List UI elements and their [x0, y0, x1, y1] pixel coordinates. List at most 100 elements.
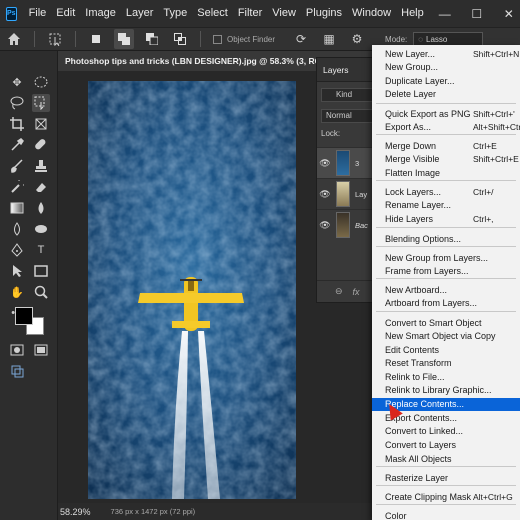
- menu-item-mask-all-objects[interactable]: Mask All Objects: [372, 453, 520, 466]
- menu-item-artboard-from-layers[interactable]: Artboard from Layers...: [372, 297, 520, 310]
- minimize-button[interactable]: —: [429, 0, 461, 27]
- home-icon[interactable]: [4, 29, 24, 49]
- gear-icon[interactable]: ⚙: [347, 29, 367, 49]
- close-button[interactable]: ✕: [493, 0, 520, 27]
- menu-item-new-layer[interactable]: New Layer... Shift+Ctrl+N: [372, 48, 520, 61]
- frame-tool-icon[interactable]: [32, 115, 50, 133]
- menu-item-merge-visible[interactable]: Merge Visible Shift+Ctrl+E: [372, 153, 520, 166]
- menu-item-frame-from-layers[interactable]: Frame from Layers...: [372, 265, 520, 278]
- new-selection-icon[interactable]: [86, 29, 106, 49]
- menu-filter[interactable]: Filter: [233, 0, 267, 27]
- spot-healing-brush-icon[interactable]: [32, 136, 50, 154]
- menu-item-label: New Group from Layers...: [385, 253, 489, 263]
- intersect-selection-icon[interactable]: [170, 29, 190, 49]
- eye-icon[interactable]: 👁: [317, 158, 333, 169]
- document-size-info[interactable]: 736 px x 1472 px (72 ppi): [111, 507, 196, 516]
- eyedropper-tool-icon[interactable]: [8, 136, 26, 154]
- screen-mode-icon[interactable]: [32, 341, 50, 359]
- menu-item-relink-to-library-graphic[interactable]: Relink to Library Graphic...: [372, 384, 520, 397]
- object-finder-checkbox[interactable]: [213, 34, 222, 44]
- subtract-from-selection-icon[interactable]: [142, 29, 162, 49]
- menu-edit[interactable]: Edit: [51, 0, 80, 27]
- menu-item-color[interactable]: Color: [372, 510, 520, 520]
- menu-item-lock-layers[interactable]: Lock Layers... Ctrl+/: [372, 186, 520, 199]
- pen-tool-icon[interactable]: [8, 241, 26, 259]
- menu-item-rename-layer[interactable]: Rename Layer...: [372, 199, 520, 212]
- menu-item-duplicate-layer[interactable]: Duplicate Layer...: [372, 75, 520, 88]
- menu-item-convert-to-layers[interactable]: Convert to Layers: [372, 439, 520, 452]
- menu-window[interactable]: Window: [347, 0, 396, 27]
- menu-item-new-artboard[interactable]: New Artboard...: [372, 284, 520, 297]
- object-selection-tool-icon[interactable]: [32, 94, 50, 112]
- menu-item-new-group[interactable]: New Group...: [372, 61, 520, 74]
- menu-view[interactable]: View: [267, 0, 301, 27]
- menu-item-edit-contents[interactable]: Edit Contents: [372, 344, 520, 357]
- menu-item-new-group-from-layers[interactable]: New Group from Layers...: [372, 252, 520, 265]
- quick-mask-icon[interactable]: [8, 341, 26, 359]
- dodge-tool-icon[interactable]: [8, 220, 26, 238]
- layer-row[interactable]: 👁 3: [317, 147, 377, 178]
- rectangle-tool-icon[interactable]: [32, 262, 50, 280]
- blend-mode-select[interactable]: Normal: [321, 109, 377, 123]
- layers-panel-title[interactable]: Layers: [317, 58, 375, 82]
- fx-icon[interactable]: fx: [353, 287, 360, 297]
- menu-item-create-clipping-mask[interactable]: Create Clipping Mask Alt+Ctrl+G: [372, 491, 520, 504]
- menu-layer[interactable]: Layer: [121, 0, 159, 27]
- menu-item-quick-export-as-png[interactable]: Quick Export as PNG Shift+Ctrl+': [372, 108, 520, 121]
- menu-item-relink-to-file[interactable]: Relink to File...: [372, 371, 520, 384]
- sponge-tool-icon[interactable]: [32, 220, 50, 238]
- menu-item-convert-to-smart-object[interactable]: Convert to Smart Object: [372, 317, 520, 330]
- menu-plugins[interactable]: Plugins: [301, 0, 347, 27]
- crop-tool-icon[interactable]: [8, 115, 26, 133]
- layer-name[interactable]: 3: [355, 159, 359, 168]
- zoom-tool-icon[interactable]: [32, 283, 50, 301]
- history-brush-icon[interactable]: [8, 178, 26, 196]
- menu-image[interactable]: Image: [80, 0, 121, 27]
- blur-tool-icon[interactable]: [32, 199, 50, 217]
- menu-item-rasterize-layer[interactable]: Rasterize Layer: [372, 472, 520, 485]
- layer-row[interactable]: 👁 Bac: [317, 209, 377, 240]
- add-to-selection-icon[interactable]: [114, 29, 134, 49]
- move-tool-icon[interactable]: ✥: [8, 73, 26, 91]
- kind-filter-select[interactable]: Kind: [321, 88, 377, 102]
- menu-item-new-smart-object-via-copy[interactable]: New Smart Object via Copy: [372, 330, 520, 343]
- menu-item-convert-to-linked[interactable]: Convert to Linked...: [372, 425, 520, 438]
- menu-item-merge-down[interactable]: Merge Down Ctrl+E: [372, 140, 520, 153]
- layers-stack-icon[interactable]: [8, 362, 26, 380]
- eye-icon[interactable]: 👁: [317, 189, 333, 200]
- clone-stamp-tool-icon[interactable]: [32, 157, 50, 175]
- ellipse-marquee-tool-icon[interactable]: [32, 73, 50, 91]
- layer-name[interactable]: Bac: [355, 221, 368, 230]
- layer-row[interactable]: 👁 Lay: [317, 178, 377, 209]
- refresh-icon[interactable]: ⟳: [291, 29, 311, 49]
- link-icon[interactable]: ⊖: [335, 286, 343, 297]
- menu-file[interactable]: File: [24, 0, 52, 27]
- eye-icon[interactable]: 👁: [317, 220, 333, 231]
- object-select-tool-icon[interactable]: [45, 29, 65, 49]
- menu-item-flatten-image[interactable]: Flatten Image: [372, 167, 520, 180]
- zoom-level[interactable]: 58.29%: [60, 507, 91, 517]
- brush-tool-icon[interactable]: [8, 157, 26, 175]
- object-finder-toggle[interactable]: Object Finder: [213, 34, 275, 44]
- lock-label: Lock:: [321, 129, 341, 138]
- lasso-tool-icon[interactable]: [8, 94, 26, 112]
- eraser-tool-icon[interactable]: [32, 178, 50, 196]
- layer-name[interactable]: Lay: [355, 190, 367, 199]
- maximize-button[interactable]: ☐: [461, 0, 493, 27]
- path-selection-tool-icon[interactable]: [8, 262, 26, 280]
- type-tool-icon[interactable]: T: [32, 241, 50, 259]
- menu-item-blending-options[interactable]: Blending Options...: [372, 233, 520, 246]
- canvas-image-airplane-over-sea[interactable]: [88, 81, 296, 499]
- hand-tool-icon[interactable]: ✋: [8, 283, 26, 301]
- menu-select[interactable]: Select: [192, 0, 233, 27]
- menu-item-hide-layers[interactable]: Hide Layers Ctrl+,: [372, 213, 520, 226]
- menu-item-shortcut: Shift+Ctrl+': [473, 109, 515, 119]
- menu-item-export-as[interactable]: Export As... Alt+Shift+Ctrl+': [372, 121, 520, 134]
- menu-item-delete-layer[interactable]: Delete Layer: [372, 88, 520, 101]
- foreground-color-swatch[interactable]: [15, 307, 33, 325]
- menu-item-reset-transform[interactable]: Reset Transform: [372, 357, 520, 370]
- gradient-tool-icon[interactable]: [8, 199, 26, 217]
- menu-type[interactable]: Type: [158, 0, 192, 27]
- show-overlay-icon[interactable]: ▦: [319, 29, 339, 49]
- menu-help[interactable]: Help: [396, 0, 429, 27]
